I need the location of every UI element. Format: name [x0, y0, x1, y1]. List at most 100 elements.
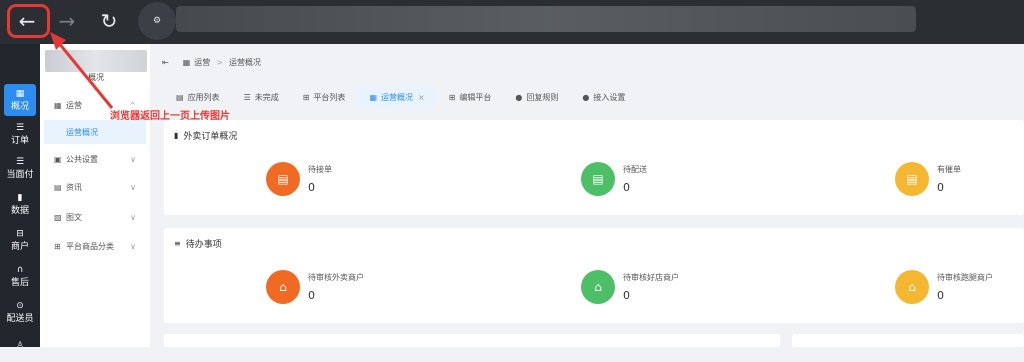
nav-rail-item-riders[interactable]: ⊙ 配送员: [4, 296, 36, 328]
stat-value: 0: [623, 181, 630, 194]
menu-label: 平台商品分类: [66, 241, 114, 251]
chevron-down-icon: ∨: [130, 241, 136, 251]
chevron-down-icon: ∨: [130, 182, 136, 192]
picture-icon: ▧: [54, 212, 62, 222]
nav-rail-label: 售后: [10, 277, 29, 288]
stat-label: 有催单: [937, 165, 961, 174]
menu-item-product-categories[interactable]: ⊞ 平台商品分类 ∨: [40, 235, 150, 257]
chat-icon: ●: [515, 92, 523, 102]
menu-label: 资讯: [66, 182, 82, 192]
nav-rail-label: 数据: [10, 205, 29, 216]
nav-rail-item-merchants[interactable]: ⊟ 商户: [4, 224, 36, 256]
user-icon: ♙: [15, 341, 25, 351]
nav-rail-item-data[interactable]: ▮ 数据: [4, 188, 36, 220]
stat-pending-accept[interactable]: ▤ 待接单 0: [266, 162, 332, 196]
card-title: ▮ 外卖订单概况: [174, 129, 237, 142]
rider-icon: ⊙: [16, 300, 24, 311]
annotation-arrow: [50, 32, 114, 109]
stat-review-takeout-merchants[interactable]: ⌂ 待审核外卖商户 0: [266, 270, 364, 304]
merchant-overview-card: [164, 334, 780, 347]
breadcrumb-current: 运营概况: [228, 57, 261, 67]
stat-review-shop-merchants[interactable]: ⌂ 待审核好店商户 0: [581, 270, 679, 304]
clipboard-icon: ▤: [581, 162, 615, 196]
grid-icon: ⊞: [302, 92, 310, 102]
store-icon: ⌂: [895, 270, 929, 304]
nav-rail-item-user[interactable]: ♙: [4, 330, 36, 362]
browser-toolbar: ← → ↻ ⚙: [0, 0, 1024, 44]
page-tabs: ▤ 应用列表 ☰ 未完成 ⊞ 平台列表 ▦ 运营概况 × ⊞ 编辑平台 ● 回复规则 ● 接入设…: [164, 86, 637, 108]
stat-value: 0: [937, 181, 944, 194]
home-icon: ▦: [182, 57, 191, 67]
todo-card: ≡ 待办事项 ⌂ 待审核外卖商户 0 ⌂ 待审核好店商户 0 ⌂ 待审核跑腿商户 0: [164, 228, 1024, 323]
nav-rail-item-aftersale[interactable]: ∩ 售后: [4, 260, 36, 292]
submenu-item-operations-overview[interactable]: 运营概况: [44, 120, 146, 144]
bar-chart-icon: ▮: [17, 192, 23, 203]
tab-operations-overview[interactable]: ▦ 运营概况 ×: [357, 86, 437, 108]
chevron-down-icon: ∨: [130, 154, 136, 164]
card-title-text: 待办事项: [185, 240, 222, 250]
stat-label: 待审核外卖商户: [308, 273, 364, 282]
nav-rail-label: 概况: [10, 101, 29, 112]
menu-item-public-settings[interactable]: ▣ 公共设置 ∨: [40, 148, 150, 170]
menu-item-news[interactable]: ▤ 资讯 ∨: [40, 176, 150, 198]
grid-icon: ⊞: [448, 92, 456, 102]
card-title-text: 外卖订单概况: [183, 132, 238, 142]
tab-incomplete[interactable]: ☰ 未完成: [232, 86, 291, 108]
tab-label: 应用列表: [187, 92, 220, 102]
tab-app-list[interactable]: ▤ 应用列表: [164, 86, 232, 108]
stat-label: 待审核好店商户: [623, 273, 679, 282]
stat-pending-delivery[interactable]: ▤ 待配送 0: [581, 162, 647, 196]
store-icon: ⌂: [266, 270, 300, 304]
chevron-down-icon: ∨: [130, 212, 136, 222]
stat-urge-orders[interactable]: ▤ 有催单 0: [895, 162, 961, 196]
orders-overview-card: ▮ 外卖订单概况 ▤ 待接单 0 ▤ 待配送 0 ▤ 有催单 0: [164, 120, 1024, 215]
card-title: ≡ 待办事项: [174, 237, 222, 250]
tab-label: 平台列表: [313, 92, 346, 102]
stat-review-errand-merchants[interactable]: ⌂ 待审核跑腿商户 0: [895, 270, 993, 304]
headset-icon: ∩: [16, 264, 24, 275]
breadcrumb-separator: >: [216, 57, 223, 67]
list-icon: ☰: [243, 92, 251, 102]
back-button[interactable]: ←: [12, 6, 42, 36]
dashboard-icon: ▦: [15, 88, 25, 99]
menu-item-graphics[interactable]: ▧ 图文 ∨: [40, 206, 150, 228]
nav-rail-label: 当面付: [6, 169, 34, 180]
tab-label: 编辑平台: [459, 92, 492, 102]
tab-label: 回复规则: [526, 92, 559, 102]
list-icon: ≡: [174, 239, 181, 248]
chat-icon: ●: [582, 92, 590, 102]
menu-label: 图文: [66, 212, 82, 222]
arrow-left-icon: ←: [18, 9, 36, 33]
site-settings-button[interactable]: ⚙: [138, 2, 176, 40]
clipboard-icon: ▤: [895, 162, 929, 196]
stat-value: 0: [937, 289, 944, 302]
nav-rail-item-facepay[interactable]: ☰ 当面付: [4, 152, 36, 184]
collapse-menu-icon[interactable]: ⇤: [162, 58, 169, 67]
clipboard-icon: ▤: [266, 162, 300, 196]
nav-rail-label: 商户: [10, 241, 29, 252]
tab-platform-list[interactable]: ⊞ 平台列表: [291, 86, 358, 108]
stat-value: 0: [623, 289, 630, 302]
tab-label: 接入设置: [593, 92, 626, 102]
tab-edit-platform[interactable]: ⊞ 编辑平台: [437, 86, 504, 108]
dashboard-icon: ▦: [369, 92, 377, 102]
grid-icon: ⊞: [54, 241, 61, 251]
bar-chart-icon: ▮: [174, 131, 179, 140]
address-bar[interactable]: [176, 6, 916, 32]
list-icon: ▤: [176, 92, 184, 102]
tab-reply-rules[interactable]: ● 回复规则: [503, 86, 570, 108]
breadcrumb-root[interactable]: 运营: [194, 57, 210, 68]
list-icon: ☰: [15, 156, 25, 167]
nav-rail-item-orders[interactable]: ☰ 订单: [4, 118, 36, 150]
submenu-label: 运营概况: [66, 127, 98, 137]
close-icon[interactable]: ×: [418, 93, 425, 102]
tab-label: 运营概况: [381, 92, 413, 102]
breadcrumb: ⇤ ▦ 运营 > 运营概况: [150, 52, 261, 72]
news-icon: ▤: [54, 182, 62, 192]
stat-label: 待审核跑腿商户: [937, 273, 993, 282]
tab-access-settings[interactable]: ● 接入设置: [570, 86, 637, 108]
store-icon: ⊟: [16, 228, 24, 239]
image-icon: ▣: [54, 154, 62, 164]
annotation-text: 浏览器返回上一页上传图片: [110, 111, 230, 122]
nav-rail-item-overview[interactable]: ▦ 概况: [4, 84, 36, 116]
